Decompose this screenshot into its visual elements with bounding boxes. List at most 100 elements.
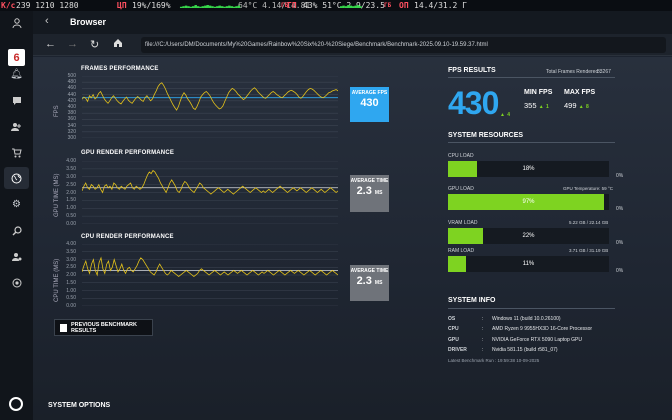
- cpu-average-time-value: 2.3: [356, 275, 372, 287]
- cpu-value: AMD Ryzen 9 9955HX3D 16-Core Processor: [492, 326, 593, 332]
- cpu-sep: :: [482, 326, 484, 332]
- frames-y-tick-label: 320: [67, 128, 76, 135]
- os-sep: :: [482, 316, 484, 322]
- cpu-y-tick-label: 2.50: [66, 264, 76, 271]
- osd-gp-unit: ГБ: [384, 2, 392, 9]
- os-key: OS: [448, 316, 456, 322]
- driver-key: DRIVER: [448, 347, 467, 353]
- profile-icon[interactable]: [9, 15, 24, 30]
- address-bar[interactable]: file:///C:/Users/DM/Documents/My%20Games…: [141, 37, 666, 53]
- resources-divider: [448, 142, 615, 143]
- rainbow-six-logo-icon[interactable]: 6: [8, 49, 25, 66]
- frames-y-tick-label: 300: [67, 135, 76, 141]
- frames-y-tick-label: 420: [67, 97, 76, 104]
- cpu-line-chart: [82, 244, 338, 306]
- driver-value: Nvidia 581.15 (build r581_07): [492, 347, 558, 353]
- cpu-y-tick-label: 3.50: [66, 248, 76, 255]
- settings-gear-icon[interactable]: ⚙︎: [9, 197, 24, 212]
- cpu-load-percent: 18%: [522, 166, 535, 172]
- cpu-average-time-unit: MS: [374, 280, 383, 286]
- system-resources-heading: SYSTEM RESOURCES: [448, 132, 524, 139]
- frames-y-tick-label: 480: [67, 79, 76, 86]
- total-frames-label: Total Frames Rendered :: [546, 69, 602, 75]
- system-options-heading: SYSTEM OPTIONS: [48, 402, 111, 409]
- frames-y-tick-label: 380: [67, 110, 76, 117]
- osd-ram-values: 14.4/31.2 Г: [414, 1, 467, 10]
- previous-benchmark-label: PREVIOUS BENCHMARK RESULTS: [70, 321, 137, 334]
- browser-nav-bar: ← → ↻ file:///C:/Users/DM/Documents/My%2…: [33, 34, 672, 56]
- ram-load-label: RAM LOAD: [448, 248, 475, 254]
- ubisoft-logo-icon[interactable]: [9, 397, 23, 411]
- ram-load-percent: 11%: [522, 261, 535, 267]
- search-icon[interactable]: [9, 223, 24, 238]
- fps-divider: [448, 77, 615, 78]
- osd-cpu-graph: ▂▃▄▃▂▃▅▃▂▃▄▅▄▃▂▃▄▃▂▃▄▃▂▃▄: [180, 3, 241, 8]
- friends-icon[interactable]: [9, 119, 24, 134]
- support-icon[interactable]: [9, 275, 24, 290]
- account-settings-icon[interactable]: [9, 249, 24, 264]
- max-fps-stat: 499 ▲ 8: [564, 101, 589, 110]
- vram-usage: 5.22 GB / 22.14 GB: [569, 220, 609, 225]
- store-icon[interactable]: [9, 145, 24, 160]
- browser-title-bar: ‹ Browser: [33, 11, 672, 34]
- gpu-temperature: GPU Temperature: 59 °C: [563, 186, 613, 191]
- gpu-load-percent: 97%: [522, 199, 535, 205]
- avg-fps-sub: ▲ 4: [500, 112, 510, 118]
- max-fps-value: 499: [564, 101, 577, 110]
- osd-gp-label: ГП: [287, 1, 297, 10]
- cpu-load-min: 0%: [616, 173, 624, 179]
- previous-benchmark-checkbox[interactable]: [60, 323, 67, 332]
- cpu-y-tick-label: 3.00: [66, 256, 76, 263]
- total-frames-value: 33267: [597, 69, 611, 75]
- reload-icon[interactable]: ↻: [90, 38, 99, 51]
- vram-load-percent: 22%: [522, 233, 535, 239]
- close-browser-chevron-icon[interactable]: ‹: [45, 15, 49, 27]
- osd-gpu-graph: ▃▄▃▅▄▃▄▅▃: [340, 3, 362, 8]
- notifications-icon[interactable]: 🔔︎: [9, 67, 24, 82]
- gpu-load-label: GPU LOAD: [448, 186, 474, 192]
- min-fps-label: MIN FPS: [524, 89, 553, 96]
- osd-fps-values: 239 1210 1280: [16, 1, 79, 10]
- gpu-y-tick-label: 2.00: [66, 189, 76, 196]
- gpu-average-time-label: AVERAGE TIME: [350, 178, 389, 184]
- frames-y-tick-label: 440: [67, 91, 76, 98]
- gpu-average-time-unit: MS: [374, 190, 383, 196]
- ram-load-min: 0%: [616, 268, 624, 274]
- frames-line-chart: [82, 76, 338, 138]
- cpu-average-time-box: AVERAGE TIME 2.3 MS: [350, 265, 389, 301]
- gpu-y-tick-label: 0.50: [66, 213, 76, 220]
- previous-benchmark-results-button[interactable]: PREVIOUS BENCHMARK RESULTS: [54, 319, 153, 336]
- average-fps-box: AVERAGE FPS 430: [350, 87, 389, 122]
- frames-chart-title: FRAMES PERFORMANCE: [81, 66, 159, 72]
- cpu-y-tick-label: 2.00: [66, 272, 76, 278]
- fps-results-heading: FPS RESULTS: [448, 67, 496, 74]
- latest-benchmark-run: Latest Benchmark Run : 19:59:38 10-09-20…: [448, 358, 540, 363]
- screen: К/с 239 1210 1280 64°С 4.14/14.81 ГБ ЦП …: [0, 0, 672, 420]
- back-arrow-icon[interactable]: ←: [45, 38, 56, 50]
- gpu-load-min: 0%: [616, 206, 624, 212]
- osd-ram-label: ОП: [399, 1, 409, 10]
- gpu-chart-title: GPU RENDER PERFORMANCE: [81, 150, 175, 156]
- benchmark-report: FRAMES PERFORMANCE FPS AVERAGE FPS 430 G…: [33, 57, 672, 420]
- gpu-average-time-value: 2.3: [356, 185, 372, 197]
- ram-usage: 3.71 GB / 31.19 GB: [569, 248, 609, 253]
- gpu-load-bar: 97%: [448, 194, 609, 210]
- cpu-average-time-label: AVERAGE TIME: [350, 268, 389, 274]
- home-icon[interactable]: [113, 38, 123, 51]
- cpu-y-tick-label: 4.00: [66, 241, 76, 247]
- forward-arrow-icon[interactable]: →: [67, 38, 78, 50]
- frames-series-line: [82, 82, 338, 111]
- performance-overlay: К/с 239 1210 1280 64°С 4.14/14.81 ГБ ЦП …: [0, 0, 672, 11]
- avg-fps-sub-value: 4: [507, 112, 510, 118]
- browser-globe-icon[interactable]: [4, 167, 29, 189]
- gpu-value: NVIDIA GeForce RTX 5090 Laptop GPU: [492, 337, 582, 343]
- frames-y-tick-label: 340: [67, 122, 76, 129]
- average-fps-big: 430: [448, 85, 499, 121]
- gpu-y-tick-label: 2.50: [66, 181, 76, 188]
- gpu-series-line: [82, 169, 338, 195]
- max-fps-sub: 8: [585, 104, 589, 110]
- system-info-divider: [448, 308, 615, 309]
- chat-icon[interactable]: [9, 93, 24, 108]
- osd-cpu-values: 19%/169%: [132, 1, 171, 10]
- vram-load-min: 0%: [616, 240, 624, 246]
